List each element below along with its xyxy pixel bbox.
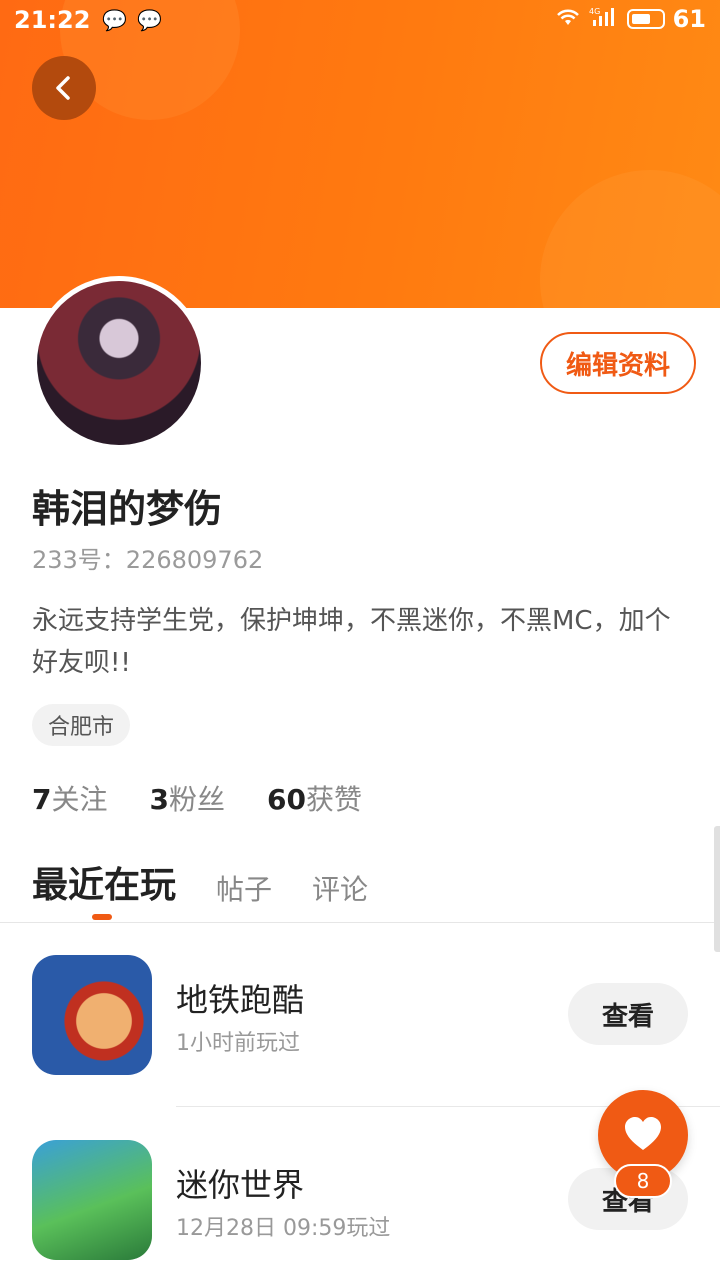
battery-level: 61 <box>672 5 706 33</box>
status-notifications: 💬 💬 <box>102 8 162 32</box>
game-last-played: 1小时前玩过 <box>176 1031 300 1056</box>
bio: 永远支持学生党，保护坤坤，不黑迷你，不黑MC，加个好友呗!! <box>32 606 671 678</box>
header-banner <box>0 0 720 308</box>
tab-indicator <box>92 914 112 920</box>
tab-bar: 最近在玩 帖子 评论 <box>32 856 368 908</box>
heart-icon <box>625 1117 661 1150</box>
game-title: 地铁跑酷 <box>176 981 305 1019</box>
banner-decoration <box>540 170 720 308</box>
stat-following[interactable]: 7关注 <box>32 778 108 818</box>
tab-posts[interactable]: 帖子 <box>216 868 272 908</box>
game-icon[interactable] <box>32 955 152 1075</box>
chevron-left-icon <box>56 76 70 100</box>
edit-profile-button[interactable]: 编辑资料 <box>540 332 696 394</box>
username: 韩泪的梦伤 <box>32 487 223 531</box>
stat-followers[interactable]: 3粉丝 <box>150 778 226 818</box>
location-tag: 合肥市 <box>32 704 131 746</box>
stat-likes: 60获赞 <box>267 783 362 816</box>
view-button[interactable]: 查看 <box>568 983 688 1045</box>
game-icon[interactable] <box>32 1140 152 1260</box>
avatar[interactable] <box>32 276 206 450</box>
signal-icon: 4G <box>589 6 619 33</box>
status-bar: 21:22 💬 💬 4G 61 <box>0 0 720 40</box>
avatar-image <box>37 281 201 445</box>
back-button[interactable] <box>32 56 96 120</box>
game-last-played: 12月28日 09:59玩过 <box>176 1216 391 1241</box>
svg-text:4G: 4G <box>589 7 600 16</box>
tab-divider <box>0 922 720 923</box>
tab-recent-games[interactable]: 最近在玩 <box>32 856 176 908</box>
status-right: 4G 61 <box>555 5 706 33</box>
scroll-edge-handle[interactable] <box>714 826 720 952</box>
stats-row: 7关注 3粉丝 60获赞 <box>32 778 362 818</box>
game-row[interactable]: 地铁跑酷 1小时前玩过 查看 <box>0 955 720 1095</box>
game-title: 迷你世界 <box>176 1166 305 1204</box>
chat-bubble-icon: 💬 <box>102 8 128 32</box>
user-id: 233号：226809762 <box>32 546 264 574</box>
like-count-badge: 8 <box>614 1164 672 1198</box>
wifi-icon <box>555 7 581 32</box>
chat-bubble-icon: 💬 <box>137 8 163 32</box>
status-time: 21:22 <box>14 6 91 34</box>
battery-icon <box>626 9 665 29</box>
tab-comments[interactable]: 评论 <box>312 868 368 908</box>
